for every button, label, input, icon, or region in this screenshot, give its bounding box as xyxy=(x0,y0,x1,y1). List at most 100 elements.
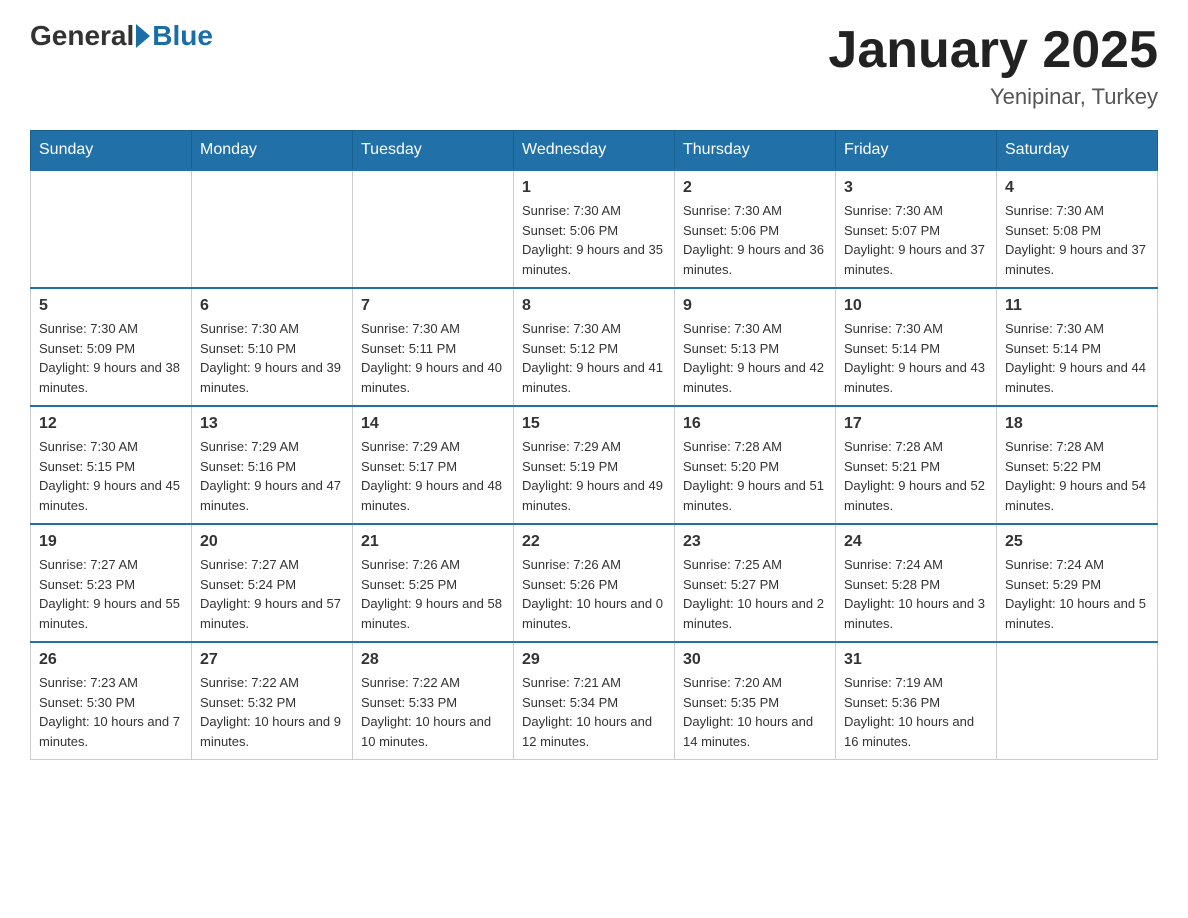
day-number: 14 xyxy=(361,415,505,433)
logo-triangle-icon xyxy=(136,24,150,48)
day-number: 24 xyxy=(844,533,988,551)
day-info: Sunrise: 7:27 AMSunset: 5:23 PMDaylight:… xyxy=(39,555,183,633)
calendar-day-cell: 11 Sunrise: 7:30 AMSunset: 5:14 PMDayligh… xyxy=(997,288,1158,406)
calendar-week-row: 12 Sunrise: 7:30 AMSunset: 5:15 PMDayligh… xyxy=(31,406,1158,524)
calendar-empty-cell xyxy=(353,170,514,288)
calendar-day-cell: 9Sunrise: 7:30 AMSunset: 5:13 PMDaylight… xyxy=(675,288,836,406)
calendar-day-cell: 8Sunrise: 7:30 AMSunset: 5:12 PMDaylight… xyxy=(514,288,675,406)
calendar-week-row: 5 Sunrise: 7:30 AMSunset: 5:09 PMDaylight… xyxy=(31,288,1158,406)
page-header: General Blue January 2025 Yenipinar, Tur… xyxy=(30,20,1158,110)
day-info: Sunrise: 7:21 AMSunset: 5:34 PMDaylight:… xyxy=(522,673,666,751)
calendar-header-row: SundayMondayTuesdayWednesdayThursdayFrid… xyxy=(31,131,1158,171)
calendar-day-cell: 7 Sunrise: 7:30 AMSunset: 5:11 PMDaylight… xyxy=(353,288,514,406)
calendar-title: January 2025 xyxy=(828,20,1158,80)
day-number: 8 xyxy=(522,297,666,315)
calendar-day-cell: 10 Sunrise: 7:30 AMSunset: 5:14 PMDayligh… xyxy=(836,288,997,406)
day-of-week-header: Saturday xyxy=(997,131,1158,171)
calendar-subtitle: Yenipinar, Turkey xyxy=(828,84,1158,110)
day-of-week-header: Wednesday xyxy=(514,131,675,171)
day-of-week-header: Monday xyxy=(192,131,353,171)
day-info: Sunrise: 7:29 AMSunset: 5:16 PMDaylight:… xyxy=(200,437,344,515)
logo-blue-text: Blue xyxy=(152,20,213,52)
day-number: 31 xyxy=(844,651,988,669)
day-info: Sunrise: 7:30 AMSunset: 5:08 PMDaylight:… xyxy=(1005,201,1149,279)
calendar-day-cell: 21 Sunrise: 7:26 AMSunset: 5:25 PMDayligh… xyxy=(353,524,514,642)
day-number: 12 xyxy=(39,415,183,433)
day-number: 19 xyxy=(39,533,183,551)
calendar-day-cell: 5 Sunrise: 7:30 AMSunset: 5:09 PMDaylight… xyxy=(31,288,192,406)
day-info: Sunrise: 7:30 AMSunset: 5:14 PMDaylight:… xyxy=(844,319,988,397)
calendar-empty-cell xyxy=(31,170,192,288)
day-number: 21 xyxy=(361,533,505,551)
day-number: 23 xyxy=(683,533,827,551)
day-info: Sunrise: 7:30 AMSunset: 5:11 PMDaylight:… xyxy=(361,319,505,397)
calendar-day-cell: 25 Sunrise: 7:24 AMSunset: 5:29 PMDayligh… xyxy=(997,524,1158,642)
calendar-week-row: 26 Sunrise: 7:23 AMSunset: 5:30 PMDayligh… xyxy=(31,642,1158,760)
calendar-week-row: 1 Sunrise: 7:30 AMSunset: 5:06 PMDaylight… xyxy=(31,170,1158,288)
day-info: Sunrise: 7:24 AMSunset: 5:29 PMDaylight:… xyxy=(1005,555,1149,633)
calendar-day-cell: 31 Sunrise: 7:19 AMSunset: 5:36 PMDayligh… xyxy=(836,642,997,760)
day-of-week-header: Tuesday xyxy=(353,131,514,171)
day-info: Sunrise: 7:26 AMSunset: 5:26 PMDaylight:… xyxy=(522,555,666,633)
calendar-day-cell: 1Sunrise: 7:30 AMSunset: 5:06 PMDaylight… xyxy=(514,170,675,288)
day-info: Sunrise: 7:30 AMSunset: 5:06 PMDaylight:… xyxy=(683,201,827,279)
calendar-week-row: 19 Sunrise: 7:27 AMSunset: 5:23 PMDayligh… xyxy=(31,524,1158,642)
day-info: Sunrise: 7:20 AMSunset: 5:35 PMDaylight:… xyxy=(683,673,827,751)
day-number: 22 xyxy=(522,533,666,551)
calendar-day-cell: 2 Sunrise: 7:30 AMSunset: 5:06 PMDaylight… xyxy=(675,170,836,288)
day-info: Sunrise: 7:28 AMSunset: 5:22 PMDaylight:… xyxy=(1005,437,1149,515)
calendar-day-cell: 24Sunrise: 7:24 AMSunset: 5:28 PMDayligh… xyxy=(836,524,997,642)
day-of-week-header: Friday xyxy=(836,131,997,171)
day-number: 6 xyxy=(200,297,344,315)
day-info: Sunrise: 7:30 AMSunset: 5:10 PMDaylight:… xyxy=(200,319,344,397)
calendar-day-cell: 19 Sunrise: 7:27 AMSunset: 5:23 PMDayligh… xyxy=(31,524,192,642)
day-number: 27 xyxy=(200,651,344,669)
day-number: 11 xyxy=(1005,297,1149,315)
day-number: 4 xyxy=(1005,179,1149,197)
day-number: 2 xyxy=(683,179,827,197)
calendar-day-cell: 27 Sunrise: 7:22 AMSunset: 5:32 PMDayligh… xyxy=(192,642,353,760)
day-number: 16 xyxy=(683,415,827,433)
day-number: 10 xyxy=(844,297,988,315)
calendar-table: SundayMondayTuesdayWednesdayThursdayFrid… xyxy=(30,130,1158,760)
day-number: 30 xyxy=(683,651,827,669)
day-number: 28 xyxy=(361,651,505,669)
day-number: 25 xyxy=(1005,533,1149,551)
day-info: Sunrise: 7:30 AMSunset: 5:15 PMDaylight:… xyxy=(39,437,183,515)
calendar-day-cell: 22 Sunrise: 7:26 AMSunset: 5:26 PMDayligh… xyxy=(514,524,675,642)
day-number: 20 xyxy=(200,533,344,551)
day-info: Sunrise: 7:22 AMSunset: 5:32 PMDaylight:… xyxy=(200,673,344,751)
day-number: 7 xyxy=(361,297,505,315)
calendar-day-cell: 6 Sunrise: 7:30 AMSunset: 5:10 PMDaylight… xyxy=(192,288,353,406)
day-info: Sunrise: 7:22 AMSunset: 5:33 PMDaylight:… xyxy=(361,673,505,751)
calendar-day-cell: 18 Sunrise: 7:28 AMSunset: 5:22 PMDayligh… xyxy=(997,406,1158,524)
logo: General Blue xyxy=(30,20,213,52)
calendar-day-cell: 15Sunrise: 7:29 AMSunset: 5:19 PMDayligh… xyxy=(514,406,675,524)
day-info: Sunrise: 7:30 AMSunset: 5:09 PMDaylight:… xyxy=(39,319,183,397)
day-info: Sunrise: 7:30 AMSunset: 5:14 PMDaylight:… xyxy=(1005,319,1149,397)
calendar-day-cell: 14 Sunrise: 7:29 AMSunset: 5:17 PMDayligh… xyxy=(353,406,514,524)
day-info: Sunrise: 7:23 AMSunset: 5:30 PMDaylight:… xyxy=(39,673,183,751)
calendar-day-cell: 30 Sunrise: 7:20 AMSunset: 5:35 PMDayligh… xyxy=(675,642,836,760)
day-info: Sunrise: 7:29 AMSunset: 5:17 PMDaylight:… xyxy=(361,437,505,515)
day-number: 26 xyxy=(39,651,183,669)
day-info: Sunrise: 7:30 AMSunset: 5:07 PMDaylight:… xyxy=(844,201,988,279)
day-info: Sunrise: 7:19 AMSunset: 5:36 PMDaylight:… xyxy=(844,673,988,751)
calendar-day-cell: 26 Sunrise: 7:23 AMSunset: 5:30 PMDayligh… xyxy=(31,642,192,760)
day-number: 3 xyxy=(844,179,988,197)
calendar-empty-cell xyxy=(997,642,1158,760)
logo-general-text: General xyxy=(30,20,134,52)
day-info: Sunrise: 7:29 AMSunset: 5:19 PMDaylight:… xyxy=(522,437,666,515)
calendar-day-cell: 23Sunrise: 7:25 AMSunset: 5:27 PMDayligh… xyxy=(675,524,836,642)
day-info: Sunrise: 7:26 AMSunset: 5:25 PMDaylight:… xyxy=(361,555,505,633)
day-number: 1 xyxy=(522,179,666,197)
day-number: 5 xyxy=(39,297,183,315)
title-section: January 2025 Yenipinar, Turkey xyxy=(828,20,1158,110)
calendar-empty-cell xyxy=(192,170,353,288)
calendar-day-cell: 17Sunrise: 7:28 AMSunset: 5:21 PMDayligh… xyxy=(836,406,997,524)
calendar-day-cell: 3 Sunrise: 7:30 AMSunset: 5:07 PMDaylight… xyxy=(836,170,997,288)
day-number: 13 xyxy=(200,415,344,433)
day-info: Sunrise: 7:28 AMSunset: 5:21 PMDaylight:… xyxy=(844,437,988,515)
day-number: 18 xyxy=(1005,415,1149,433)
day-info: Sunrise: 7:30 AMSunset: 5:13 PMDaylight:… xyxy=(683,319,827,397)
